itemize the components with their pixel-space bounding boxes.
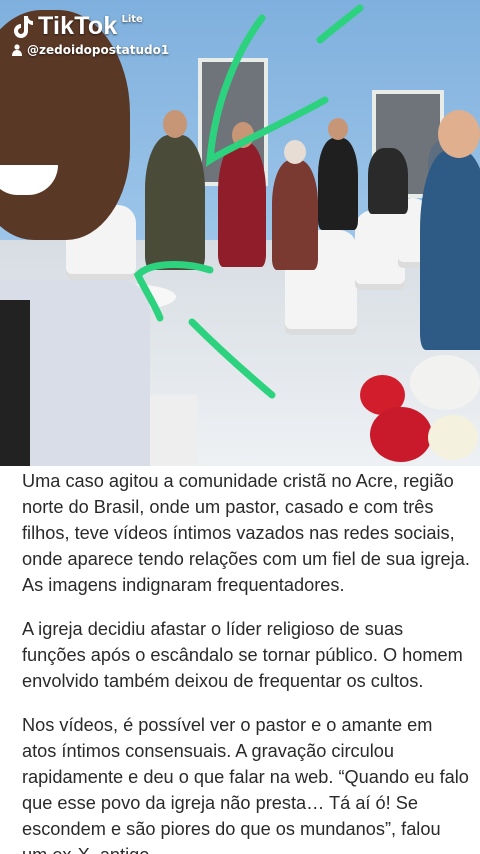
article-paragraph: Nos vídeos, é possível ver o pastor e o … [22, 715, 469, 854]
video-frame[interactable]: TikTok Lite @zedoidopostatudo1 [0, 0, 480, 466]
tiktok-username: @zedoidopostatudo1 [27, 43, 170, 57]
tiktok-logo-icon [14, 15, 33, 38]
screen: TikTok Lite @zedoidopostatudo1 Uma caso … [0, 0, 480, 854]
green-scribble-overlay [133, 4, 364, 399]
article-body: Uma caso agitou a comunidade cristã no A… [22, 468, 470, 854]
tiktok-brand: TikTok [38, 12, 118, 40]
tiktok-watermark: TikTok Lite @zedoidopostatudo1 [12, 12, 169, 57]
article-paragraph: A igreja decidiu afastar o líder religio… [22, 619, 463, 691]
user-icon [12, 44, 22, 56]
tiktok-lite-label: Lite [121, 14, 143, 25]
article-paragraph: Uma caso agitou a comunidade cristã no A… [22, 471, 470, 595]
